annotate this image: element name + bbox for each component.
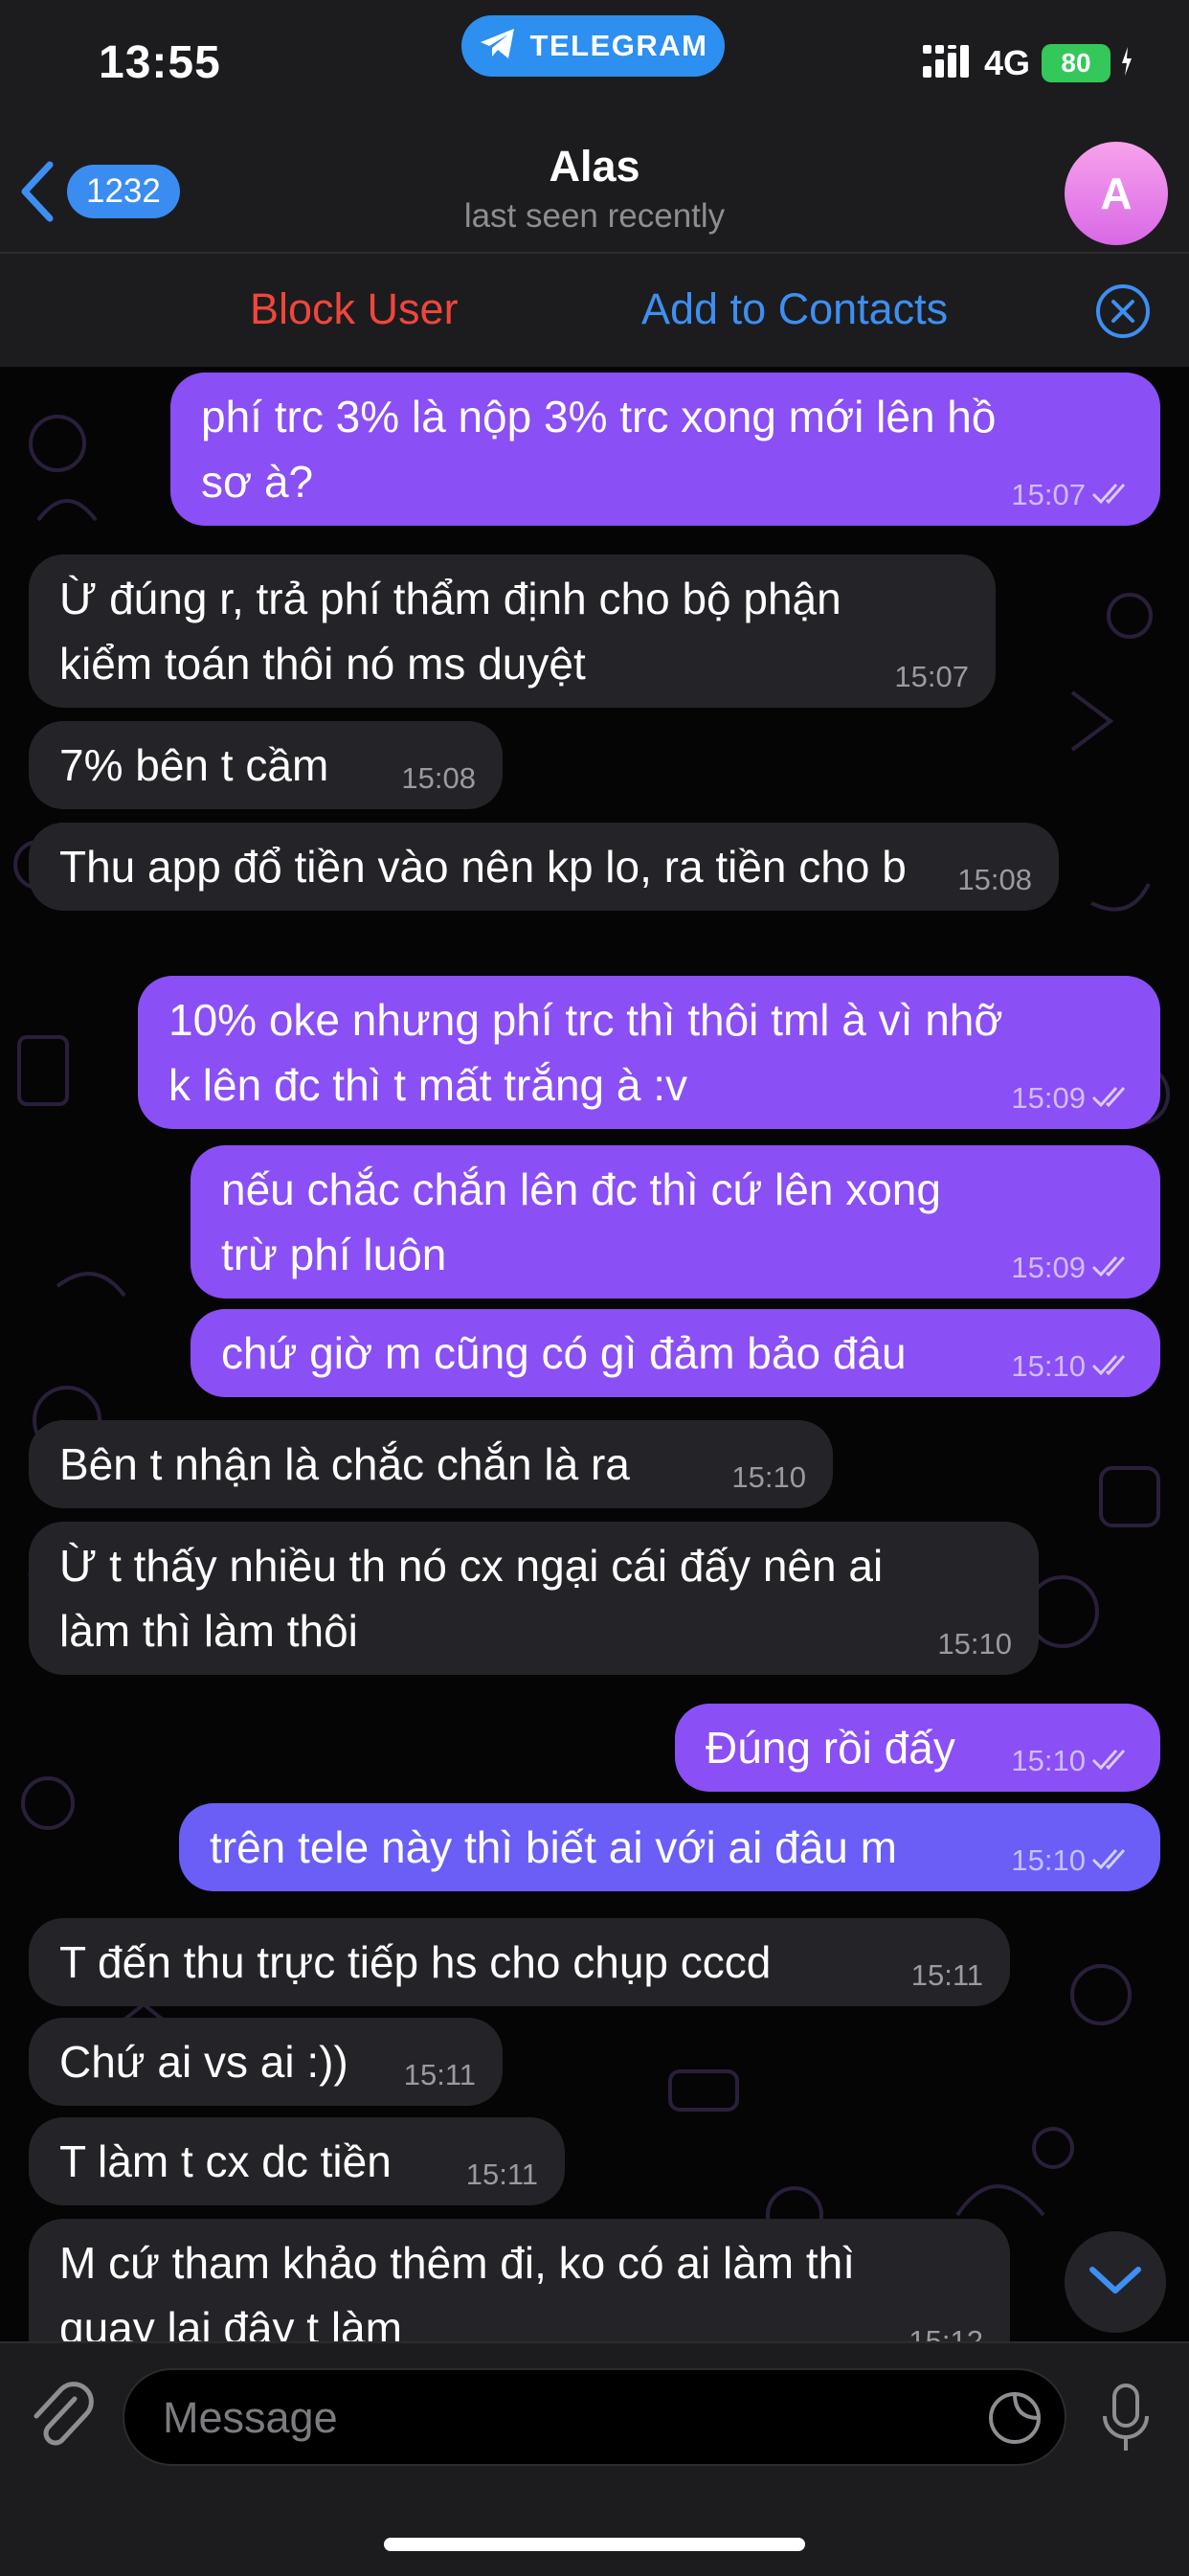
message-text: 7% bên t cầm: [59, 740, 329, 790]
contact-action-bar: Block User Add to Contacts: [0, 252, 1189, 369]
message-time: 15:11: [465, 2158, 538, 2191]
paper-plane-icon: [479, 27, 517, 66]
message-input[interactable]: [161, 2387, 978, 2449]
status-bar: 13:55 TELEGRAM 4G 80: [0, 0, 1189, 124]
message-meta: 15:07: [894, 660, 969, 694]
message-meta: 15:10: [1011, 1843, 1133, 1878]
add-to-contacts-button[interactable]: Add to Contacts: [641, 284, 948, 334]
chevron-down-icon: [1088, 2264, 1142, 2301]
message-meta: 15:08: [401, 761, 476, 796]
message-meta: 15:11: [404, 2058, 476, 2092]
message-text: Thu app đổ tiền vào nên kp lo, ra tiền c…: [59, 842, 907, 892]
message-bubble-outgoing[interactable]: 10% oke nhưng phí trc thì thôi tml à vì …: [138, 976, 1160, 1129]
battery-indicator: 80: [1042, 44, 1110, 82]
message-bubble-incoming[interactable]: T làm t cx dc tiền 15:11: [29, 2117, 565, 2205]
message-bubble-incoming[interactable]: T đến thu trực tiếp hs cho chụp cccd 15:…: [29, 1918, 1010, 2006]
status-time: 13:55: [99, 37, 221, 88]
message-input-container[interactable]: [123, 2368, 1066, 2466]
message-bubble-outgoing[interactable]: nếu chắc chắn lên đc thì cứ lên xong trừ…: [191, 1145, 1160, 1299]
message-bubble-outgoing[interactable]: phí trc 3% là nộp 3% trc xong mới lên hồ…: [170, 373, 1160, 526]
double-check-icon: [1091, 1251, 1133, 1285]
chat-title[interactable]: Alas: [0, 142, 1189, 192]
message-time: 15:12: [909, 2324, 983, 2341]
double-check-icon: [1091, 1349, 1133, 1384]
message-text: Bên t nhận là chắc chắn là ra: [59, 1439, 630, 1489]
scroll-down-button[interactable]: [1065, 2231, 1166, 2333]
charging-icon: [1122, 46, 1132, 80]
network-label: 4G: [983, 43, 1030, 82]
message-time: 15:10: [937, 1627, 1012, 1661]
message-bubble-outgoing[interactable]: trên tele này thì biết ai với ai đâu m 1…: [179, 1803, 1160, 1891]
message-bubble-incoming[interactable]: Ừ đúng r, trả phí thẩm định cho bộ phận …: [29, 554, 996, 708]
message-bubble-incoming[interactable]: Bên t nhận là chắc chắn là ra 15:10: [29, 1420, 833, 1508]
status-indicators: 4G 80: [922, 43, 1132, 83]
sticker-icon[interactable]: [986, 2389, 1043, 2452]
home-indicator: [384, 2538, 805, 2551]
message-bubble-incoming[interactable]: Thu app đổ tiền vào nên kp lo, ra tiền c…: [29, 823, 1059, 911]
chat-header: 1232 Alas last seen recently A: [0, 124, 1189, 252]
message-meta: 15:09: [1011, 1251, 1133, 1285]
message-bubble-incoming[interactable]: Chứ ai vs ai :)) 15:11: [29, 2018, 503, 2106]
message-meta: 15:10: [1011, 1349, 1133, 1384]
message-bubble-incoming[interactable]: Ừ t thấy nhiều th nó cx ngại cái đấy nên…: [29, 1522, 1039, 1675]
message-time: 15:07: [1011, 478, 1086, 511]
message-time: 15:11: [403, 2058, 476, 2091]
message-text: T đến thu trực tiếp hs cho chụp cccd: [59, 1937, 772, 1987]
message-text: trên tele này thì biết ai với ai đâu m: [210, 1822, 897, 1872]
message-text: Chứ ai vs ai :)): [59, 2037, 348, 2087]
paperclip-icon[interactable]: [29, 2382, 96, 2459]
message-text: phí trc 3% là nộp 3% trc xong mới lên hồ…: [201, 392, 997, 507]
message-text: Ừ đúng r, trả phí thẩm định cho bộ phận …: [59, 574, 841, 689]
message-text: Ừ t thấy nhiều th nó cx ngại cái đấy nên…: [59, 1541, 884, 1656]
message-bubble-incoming[interactable]: M cứ tham khảo thêm đi, ko có ai làm thì…: [29, 2219, 1010, 2341]
double-check-icon: [1091, 478, 1133, 512]
message-text: T làm t cx dc tiền: [59, 2136, 392, 2186]
message-time: 15:08: [401, 761, 476, 795]
chat-subtitle: last seen recently: [463, 197, 726, 235]
message-time: 15:09: [1011, 1251, 1086, 1284]
telegram-pill[interactable]: TELEGRAM: [461, 15, 725, 77]
message-time: 15:10: [731, 1460, 806, 1494]
telegram-pill-label: TELEGRAM: [529, 29, 708, 62]
close-circle-icon[interactable]: [1094, 282, 1152, 345]
message-composer: [0, 2341, 1189, 2576]
message-meta: 15:10: [731, 1460, 806, 1495]
message-time: 15:10: [1011, 1349, 1086, 1383]
double-check-icon: [1091, 1081, 1133, 1116]
message-meta: 15:12: [909, 2324, 983, 2341]
message-meta: 15:07: [1011, 478, 1133, 512]
message-text: M cứ tham khảo thêm đi, ko có ai làm thì…: [59, 2238, 856, 2341]
avatar[interactable]: A: [1065, 142, 1168, 245]
message-text: Đúng rồi đấy: [706, 1723, 955, 1773]
message-meta: 15:11: [911, 1958, 983, 1993]
message-time: 15:07: [894, 660, 969, 693]
signal-icon: [922, 44, 973, 82]
block-user-button[interactable]: Block User: [250, 284, 459, 334]
message-meta: 15:10: [937, 1627, 1012, 1661]
message-time: 15:10: [1011, 1744, 1086, 1777]
message-text: chứ giờ m cũng có gì đảm bảo đâu: [221, 1328, 907, 1378]
message-list[interactable]: phí trc 3% là nộp 3% trc xong mới lên hồ…: [0, 367, 1189, 2341]
message-time: 15:08: [957, 863, 1032, 896]
message-bubble-incoming[interactable]: 7% bên t cầm 15:08: [29, 721, 503, 809]
message-time: 15:09: [1011, 1081, 1086, 1115]
message-meta: 15:08: [957, 863, 1032, 897]
message-time: 15:11: [910, 1958, 983, 1992]
message-meta: 15:09: [1011, 1081, 1133, 1116]
message-meta: 15:11: [466, 2158, 538, 2192]
message-text: 10% oke nhưng phí trc thì thôi tml à vì …: [168, 995, 1003, 1110]
message-time: 15:10: [1011, 1843, 1086, 1877]
message-bubble-outgoing[interactable]: Đúng rồi đấy 15:10: [675, 1704, 1160, 1792]
double-check-icon: [1091, 1843, 1133, 1878]
message-meta: 15:10: [1011, 1744, 1133, 1778]
message-text: nếu chắc chắn lên đc thì cứ lên xong trừ…: [221, 1164, 941, 1279]
double-check-icon: [1091, 1744, 1133, 1778]
message-bubble-outgoing[interactable]: chứ giờ m cũng có gì đảm bảo đâu 15:10: [191, 1309, 1160, 1397]
microphone-icon[interactable]: [1099, 2382, 1153, 2461]
